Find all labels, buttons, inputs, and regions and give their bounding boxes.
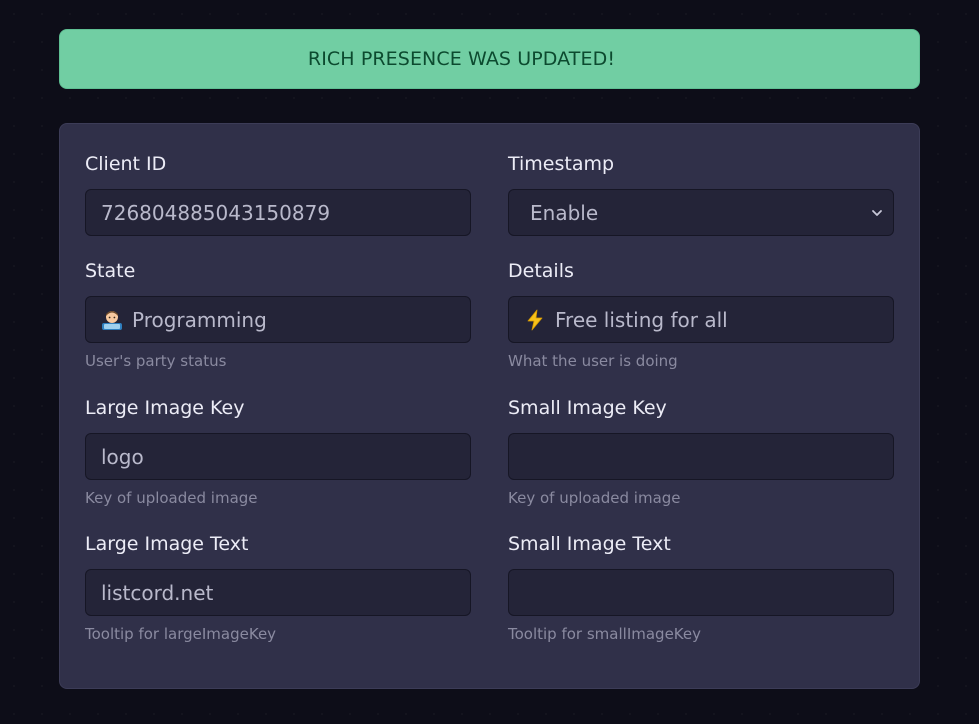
state-label: State <box>85 260 136 282</box>
client-id-value: 726804885043150879 <box>101 200 331 225</box>
details-help-text: What the user is doing <box>508 352 678 370</box>
state-input[interactable]: Programming <box>85 296 471 343</box>
details-value: Free listing for all <box>555 307 728 332</box>
small-image-text-help-text: Tooltip for smallImageKey <box>508 625 701 643</box>
large-image-text-group: Large Image Text listcord.net Tooltip fo… <box>85 531 471 644</box>
timestamp-group: Timestamp Enable <box>508 151 894 236</box>
details-label: Details <box>508 260 574 282</box>
large-image-text-input[interactable]: listcord.net <box>85 569 471 616</box>
large-image-text-label: Large Image Text <box>85 533 249 555</box>
lightning-emoji-icon <box>524 309 546 331</box>
details-group: Details Free listing for all What the us… <box>508 258 894 371</box>
large-image-key-help-text: Key of uploaded image <box>85 489 258 507</box>
small-image-key-help-text: Key of uploaded image <box>508 489 681 507</box>
large-image-key-label: Large Image Key <box>85 397 245 419</box>
small-image-text-label: Small Image Text <box>508 533 671 555</box>
large-image-key-value: logo <box>101 444 144 469</box>
large-image-text-help-text: Tooltip for largeImageKey <box>85 625 277 643</box>
small-image-key-input[interactable] <box>508 433 894 480</box>
state-help-text: User's party status <box>85 352 227 370</box>
small-image-text-group: Small Image Text Tooltip for smallImageK… <box>508 531 894 644</box>
client-id-input[interactable]: 726804885043150879 <box>85 189 471 236</box>
client-id-label: Client ID <box>85 153 167 175</box>
state-value: Programming <box>132 307 267 332</box>
large-image-key-input[interactable]: logo <box>85 433 471 480</box>
large-image-key-group: Large Image Key logo Key of uploaded ima… <box>85 395 471 508</box>
rich-presence-form: Client ID 726804885043150879 Timestamp E… <box>59 123 920 689</box>
small-image-key-label: Small Image Key <box>508 397 667 419</box>
technologist-emoji-icon <box>101 309 123 331</box>
large-image-text-value: listcord.net <box>101 580 214 605</box>
chevron-down-icon <box>867 203 887 223</box>
small-image-key-group: Small Image Key Key of uploaded image <box>508 395 894 508</box>
state-group: State Programming User's party status <box>85 258 471 371</box>
alert-message: RICH PRESENCE WAS UPDATED! <box>307 48 616 70</box>
small-image-text-input[interactable] <box>508 569 894 616</box>
timestamp-label: Timestamp <box>508 153 615 175</box>
details-input[interactable]: Free listing for all <box>508 296 894 343</box>
success-alert: RICH PRESENCE WAS UPDATED! <box>59 29 920 89</box>
timestamp-select[interactable]: Enable <box>508 189 894 236</box>
timestamp-selected-value: Enable <box>530 200 599 225</box>
client-id-group: Client ID 726804885043150879 <box>85 151 471 236</box>
